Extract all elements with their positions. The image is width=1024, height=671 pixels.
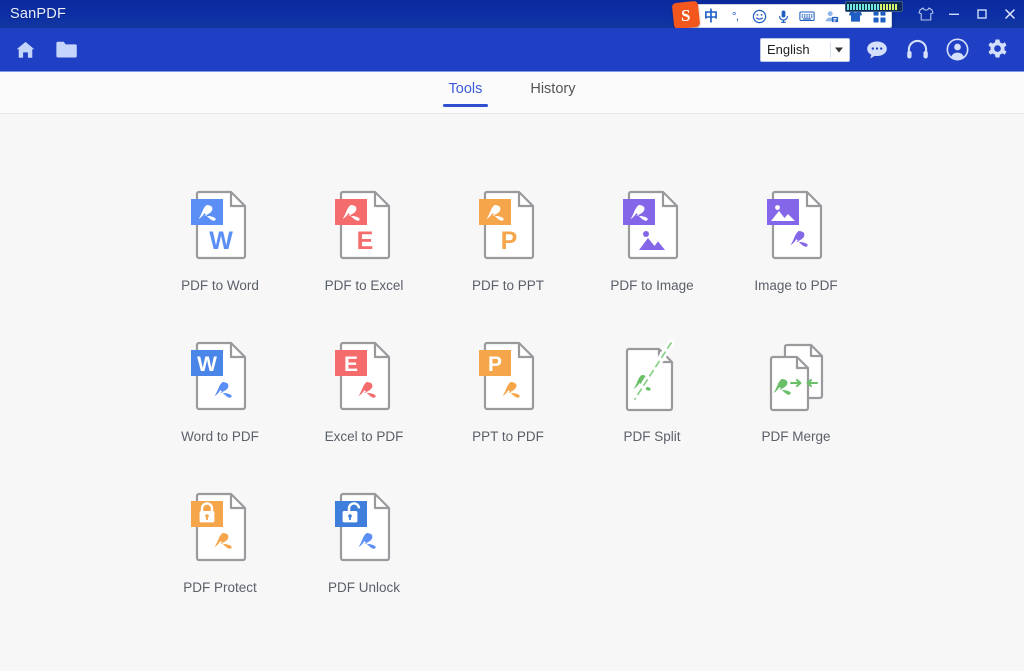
open-file-button[interactable] — [50, 33, 84, 67]
tools-row: W PDF to Word E PDF to Excel P PDF to PP… — [0, 186, 1024, 293]
pdf-to-image-icon — [609, 186, 695, 264]
account-button[interactable] — [944, 37, 970, 63]
sogou-logo-text: S — [681, 5, 691, 24]
tool-label: PDF to PPT — [471, 278, 544, 293]
tool-pdf-unlock[interactable]: PDF Unlock — [292, 488, 436, 595]
window-controls — [912, 0, 1024, 28]
halfwidth-punctuation-icon: °, — [731, 9, 739, 23]
sanpdf-window: SanPDF S 中 °, English Tools History W PD… — [0, 0, 1024, 671]
tool-label: PDF to Image — [610, 278, 694, 293]
svg-text:W: W — [197, 353, 217, 376]
tool-label: PDF Unlock — [327, 580, 400, 595]
tool-label: Word to PDF — [181, 429, 259, 444]
home-icon — [16, 41, 34, 58]
ime-punctuation-button[interactable]: °, — [723, 5, 747, 27]
tool-label: PDF Protect — [183, 580, 257, 595]
pdf-split-icon — [609, 337, 695, 415]
image-to-pdf-icon — [753, 186, 839, 264]
tool-label: PDF to Excel — [324, 278, 404, 293]
tool-word-to-pdf[interactable]: W Word to PDF — [148, 337, 292, 444]
home-button[interactable] — [8, 33, 42, 67]
svg-text:P: P — [488, 353, 502, 376]
excel-to-pdf-icon: E — [321, 337, 407, 415]
pdf-unlock-icon — [321, 488, 407, 566]
toolbar-right-group: English — [760, 37, 1024, 63]
tool-pdf-to-excel[interactable]: E PDF to Excel — [292, 186, 436, 293]
tshirt-icon — [918, 7, 934, 21]
minimize-button[interactable] — [940, 0, 968, 28]
chevron-down-icon — [835, 47, 843, 52]
headset-icon — [906, 39, 928, 59]
pdf-merge-icon — [753, 337, 839, 415]
title-bar: SanPDF S 中 °, — [0, 0, 1024, 29]
tools-row: W Word to PDF E Excel to PDF P PPT to PD… — [0, 337, 1024, 444]
tool-label: PDF to Word — [181, 278, 259, 293]
chinese-mode-icon: 中 — [704, 8, 718, 24]
main-toolbar: English — [0, 28, 1024, 72]
tool-image-to-pdf[interactable]: Image to PDF — [724, 186, 868, 293]
app-title: SanPDF — [10, 6, 66, 22]
ime-keyboard-button[interactable] — [795, 5, 819, 27]
language-select[interactable]: English — [760, 37, 850, 62]
support-button[interactable] — [904, 37, 930, 63]
feedback-button[interactable] — [864, 37, 890, 63]
settings-button[interactable] — [984, 37, 1010, 63]
ppt-to-pdf-icon: P — [465, 337, 551, 415]
tool-pdf-to-word[interactable]: W PDF to Word — [148, 186, 292, 293]
ime-emoji-button[interactable] — [747, 5, 771, 27]
maximize-button[interactable] — [968, 0, 996, 28]
tools-row: PDF Protect PDF Unlock — [0, 488, 1024, 595]
tool-pdf-merge[interactable]: PDF Merge — [724, 337, 868, 444]
tab-tools-label: Tools — [448, 81, 483, 97]
ime-progress-strip — [845, 1, 903, 12]
user-avatar-icon — [946, 38, 968, 61]
tools-grid: W PDF to Word E PDF to Excel P PDF to PP… — [0, 114, 1024, 671]
tool-label: PDF Merge — [761, 429, 831, 444]
tab-bar: Tools History — [0, 72, 1024, 114]
language-select-divider — [830, 41, 831, 58]
tool-pdf-to-ppt[interactable]: P PDF to PPT — [436, 186, 580, 293]
language-select-value: English — [767, 42, 810, 57]
close-icon — [1005, 9, 1015, 19]
tab-history[interactable]: History — [524, 81, 581, 107]
tool-label: PDF Split — [623, 429, 681, 444]
pdf-protect-icon — [177, 488, 263, 566]
pdf-to-word-icon: W — [177, 186, 263, 264]
maximize-icon — [977, 9, 987, 19]
tool-label: Excel to PDF — [324, 429, 404, 444]
word-to-pdf-icon: W — [177, 337, 263, 415]
tool-ppt-to-pdf[interactable]: P PPT to PDF — [436, 337, 580, 444]
ime-user-button[interactable] — [819, 5, 843, 27]
sogou-logo-icon[interactable]: S — [671, 0, 701, 29]
pdf-to-ppt-icon: P — [465, 186, 551, 264]
tool-label: Image to PDF — [754, 278, 838, 293]
pdf-to-excel-icon: E — [321, 186, 407, 264]
close-button[interactable] — [996, 0, 1024, 28]
svg-text:E: E — [344, 353, 358, 376]
tab-tools[interactable]: Tools — [442, 81, 489, 107]
smiley-icon — [752, 9, 766, 23]
tool-pdf-split[interactable]: PDF Split — [580, 337, 724, 444]
tool-pdf-to-image[interactable]: PDF to Image — [580, 186, 724, 293]
tool-label: PPT to PDF — [472, 429, 544, 444]
ime-voice-button[interactable] — [771, 5, 795, 27]
minimize-icon — [949, 13, 959, 15]
tab-history-label: History — [530, 81, 576, 97]
microphone-icon — [778, 10, 788, 23]
svg-text:W: W — [209, 227, 233, 255]
theme-skin-button[interactable] — [912, 0, 940, 28]
ime-chinese-mode-button[interactable]: 中 — [699, 5, 723, 27]
svg-text:P: P — [501, 227, 518, 255]
tool-excel-to-pdf[interactable]: E Excel to PDF — [292, 337, 436, 444]
chat-bubble-icon — [867, 40, 887, 59]
keyboard-icon — [799, 11, 815, 21]
gear-icon — [987, 39, 1007, 58]
tool-pdf-protect[interactable]: PDF Protect — [148, 488, 292, 595]
folder-open-icon — [56, 41, 77, 58]
svg-text:E: E — [357, 227, 374, 255]
user-card-icon — [825, 10, 838, 22]
sogou-ime-bar[interactable]: S 中 °, — [671, 0, 903, 29]
